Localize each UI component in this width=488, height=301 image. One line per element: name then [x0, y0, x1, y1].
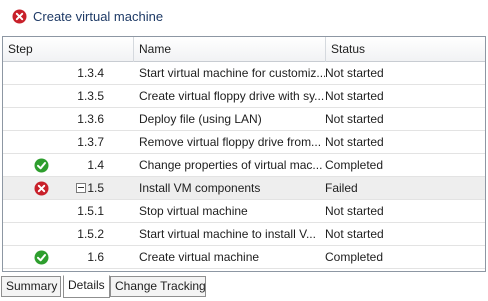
step-number: 1.5.1 [77, 204, 104, 218]
tab-strip: Summary Details Change Tracking [0, 273, 488, 301]
step-name: Create virtual machine [139, 250, 260, 264]
step-name: Deploy file (using LAN) [139, 112, 262, 126]
checkmark-icon [34, 158, 49, 173]
step-name: Create virtual floppy drive with sy... [139, 89, 325, 103]
table-row[interactable]: 1.4 Change properties of virtual mac... Co… [3, 154, 485, 177]
step-status: Not started [325, 66, 384, 80]
checkmark-icon [34, 250, 49, 265]
step-name: Start virtual machine to install V... [139, 227, 316, 241]
table-row[interactable]: 1.5.2 Start virtual machine to install V.… [3, 223, 485, 246]
step-name: Change properties of virtual mac... [139, 158, 323, 172]
step-number: 1.3.4 [77, 66, 104, 80]
step-status: Not started [325, 204, 384, 218]
tab-summary[interactable]: Summary [1, 276, 61, 297]
step-name: Install VM components [139, 181, 261, 195]
column-header-status[interactable]: Status [325, 37, 485, 62]
error-icon [34, 181, 49, 196]
step-name: Remove virtual floppy drive from... [139, 135, 322, 149]
step-name: Stop virtual machine [139, 204, 248, 218]
step-number: 1.5.2 [77, 227, 104, 241]
column-header-step[interactable]: Step [3, 37, 133, 62]
step-status: Completed [325, 158, 384, 172]
title-bar: Create virtual machine [0, 0, 488, 34]
grid-header: Step Name Status [3, 37, 485, 62]
step-status: Not started [325, 89, 384, 103]
table-row[interactable]: 1.5 Install VM components Failed [3, 177, 485, 200]
step-number: 1.3.5 [77, 89, 104, 103]
step-name: Start virtual machine for customiz... [139, 66, 325, 80]
step-number: 1.6 [87, 250, 104, 264]
tab-details[interactable]: Details [63, 275, 110, 298]
table-row[interactable]: 1.3.7 Remove virtual floppy drive from...… [3, 131, 485, 154]
table-row[interactable]: 1.3.6 Deploy file (using LAN) Not started [3, 108, 485, 131]
window-title: Create virtual machine [33, 9, 164, 24]
step-status: Completed [325, 250, 384, 264]
step-number: 1.3.6 [77, 112, 104, 126]
step-number: 1.3.7 [77, 135, 104, 149]
step-number: 1.4 [87, 158, 104, 172]
steps-grid[interactable]: Step Name Status 1.3.4 Start virtual mach… [2, 36, 486, 272]
step-status: Failed [325, 181, 358, 195]
step-status: Not started [325, 112, 384, 126]
table-row[interactable]: 1.5.1 Stop virtual machine Not started [3, 200, 485, 223]
create-vm-window: Create virtual machine Step Name Status … [0, 0, 488, 301]
error-icon [12, 9, 27, 24]
step-number: 1.5 [87, 181, 104, 195]
step-status: Not started [325, 227, 384, 241]
column-header-name[interactable]: Name [133, 37, 325, 62]
step-status: Not started [325, 135, 384, 149]
table-row[interactable]: 1.3.5 Create virtual floppy drive with sy… [3, 85, 485, 108]
table-row[interactable]: 1.6 Create virtual machine Completed [3, 246, 485, 269]
table-row[interactable]: 1.3.4 Start virtual machine for customiz.… [3, 62, 485, 85]
grid-rows: 1.3.4 Start virtual machine for customiz.… [3, 62, 485, 271]
tab-change-tracking[interactable]: Change Tracking [110, 276, 206, 297]
